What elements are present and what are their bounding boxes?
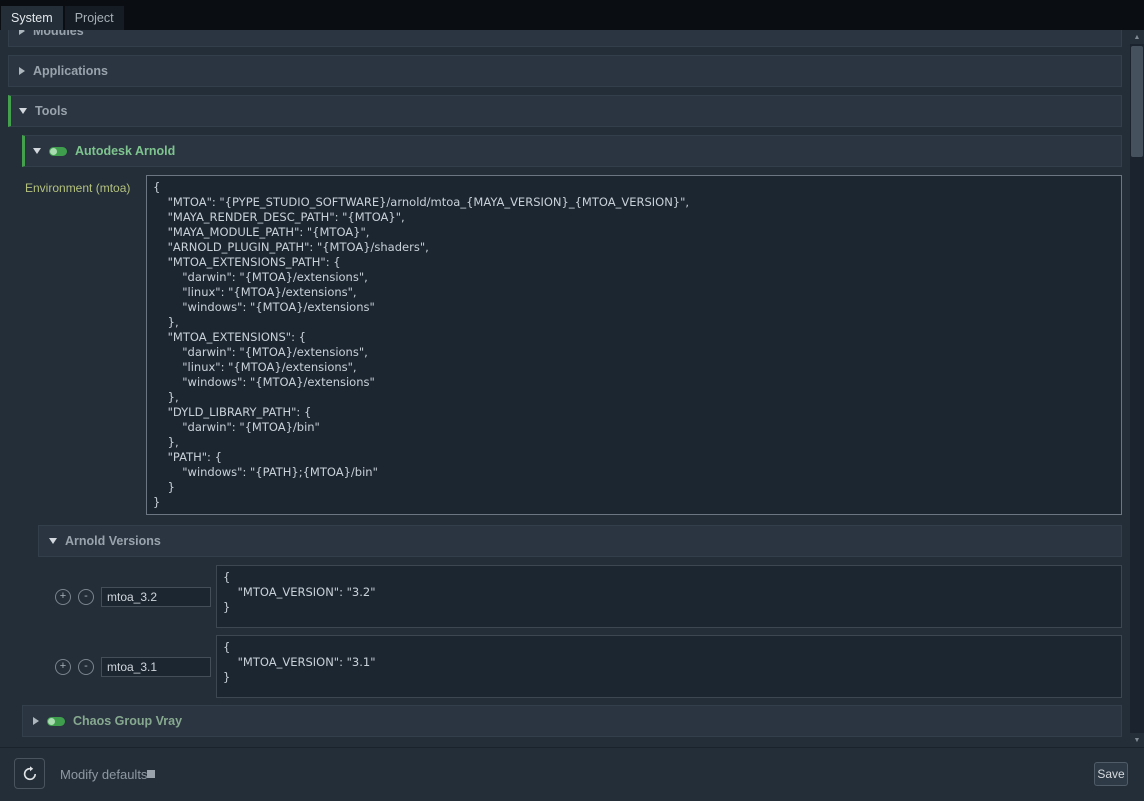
- environment-label: Environment (mtoa): [22, 175, 146, 195]
- scrollbar-track[interactable]: [1130, 44, 1144, 733]
- footer-bar: Modify defaults Save: [0, 747, 1144, 801]
- section-header-modules[interactable]: Modules: [8, 30, 1122, 47]
- section-title-applications: Applications: [33, 64, 108, 78]
- settings-body: Modules Applications Tools Autodesk Arno…: [0, 30, 1144, 747]
- chevron-down-icon: [49, 538, 57, 544]
- section-title-autodesk-arnold: Autodesk Arnold: [75, 144, 175, 158]
- arnold-enabled-toggle[interactable]: [49, 147, 67, 156]
- section-header-tools[interactable]: Tools: [8, 95, 1122, 127]
- remove-version-button[interactable]: -: [78, 659, 94, 675]
- section-header-autodesk-arnold[interactable]: Autodesk Arnold: [22, 135, 1122, 167]
- vertical-scrollbar[interactable]: ▲ ▼: [1130, 30, 1144, 747]
- settings-window: System Project Modules Applications Tool…: [0, 0, 1144, 801]
- scroll-up-button[interactable]: ▲: [1130, 30, 1144, 44]
- scrollbar-thumb[interactable]: [1131, 46, 1143, 157]
- modify-defaults-checkbox[interactable]: [147, 770, 155, 778]
- version-json-editor[interactable]: { "MTOA_VERSION": "3.1" }: [216, 635, 1122, 698]
- environment-json-editor[interactable]: { "MTOA": "{PYPE_STUDIO_SOFTWARE}/arnold…: [146, 175, 1122, 515]
- section-header-chaos-group-vray[interactable]: Chaos Group Vray: [22, 705, 1122, 737]
- toggle-knob: [48, 718, 55, 725]
- chevron-right-icon: [33, 717, 39, 725]
- version-key-input[interactable]: [101, 587, 211, 607]
- settings-scroll-area: Modules Applications Tools Autodesk Arno…: [0, 30, 1130, 747]
- modify-defaults-label: Modify defaults: [60, 767, 147, 782]
- refresh-icon: [21, 765, 39, 783]
- refresh-button[interactable]: [14, 758, 45, 789]
- section-title-arnold-versions: Arnold Versions: [65, 534, 161, 548]
- section-title-tools: Tools: [35, 104, 67, 118]
- section-header-applications[interactable]: Applications: [8, 55, 1122, 87]
- tools-section-body: Autodesk Arnold Environment (mtoa) { "MT…: [22, 135, 1122, 737]
- tab-project[interactable]: Project: [64, 5, 125, 30]
- chevron-down-icon: [19, 108, 27, 114]
- environment-row: Environment (mtoa) { "MTOA": "{PYPE_STUD…: [22, 175, 1122, 515]
- section-header-arnold-versions[interactable]: Arnold Versions: [38, 525, 1122, 557]
- vray-enabled-toggle[interactable]: [47, 717, 65, 726]
- section-title-modules: Modules: [33, 30, 84, 38]
- tab-system[interactable]: System: [0, 5, 64, 30]
- chevron-down-icon: [33, 148, 41, 154]
- chevron-right-icon: [19, 30, 25, 35]
- save-button[interactable]: Save: [1094, 762, 1128, 786]
- version-row: + - { "MTOA_VERSION": "3.1" }: [38, 635, 1122, 698]
- toggle-knob: [50, 148, 57, 155]
- version-row: + - { "MTOA_VERSION": "3.2" }: [38, 565, 1122, 628]
- version-json-editor[interactable]: { "MTOA_VERSION": "3.2" }: [216, 565, 1122, 628]
- arnold-versions-section: Arnold Versions + - { "MTOA_VERSION": "3…: [38, 525, 1122, 698]
- remove-version-button[interactable]: -: [78, 589, 94, 605]
- section-title-chaos-group-vray: Chaos Group Vray: [73, 714, 182, 728]
- scroll-down-button[interactable]: ▼: [1130, 733, 1144, 747]
- version-key-input[interactable]: [101, 657, 211, 677]
- chevron-right-icon: [19, 67, 25, 75]
- add-version-button[interactable]: +: [55, 589, 71, 605]
- add-version-button[interactable]: +: [55, 659, 71, 675]
- main-tabbar: System Project: [0, 0, 1144, 30]
